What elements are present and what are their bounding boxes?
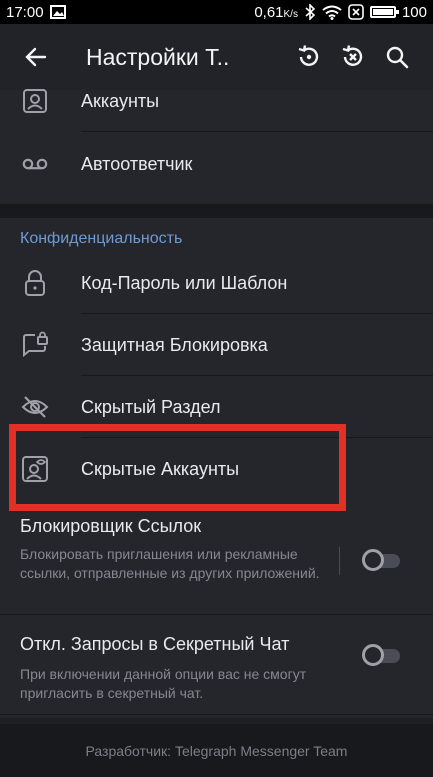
settings-item-protective-lock[interactable]: Защитная Блокировка — [0, 314, 433, 376]
toggle-description: Блокировать приглашения или рекламные сс… — [20, 546, 320, 581]
settings-item-voicemail[interactable]: Автоответчик — [0, 133, 433, 195]
divider — [81, 131, 433, 132]
developer-credit: Разработчик: Telegraph Messenger Team — [85, 742, 348, 759]
settings-item-label: Аккаунты — [81, 90, 160, 111]
eye-off-icon — [20, 392, 50, 422]
settings-item-label: Защитная Блокировка — [81, 334, 268, 355]
toggle-row-secret-chat[interactable]: Откл. Запросы в Секретный Чат При включе… — [0, 615, 433, 715]
network-speed: 0,61K/s — [254, 3, 298, 21]
settings-item-passcode[interactable]: Код-Пароль или Шаблон — [0, 252, 433, 314]
toggle-description: При включении данной опции вас не смогут… — [20, 666, 307, 701]
wifi-icon — [322, 5, 342, 20]
footer: Разработчик: Telegraph Messenger Team — [0, 724, 433, 777]
voicemail-icon — [20, 149, 50, 179]
status-time: 17:00 — [6, 3, 44, 21]
lock-icon — [20, 268, 50, 298]
toggle-title: Откл. Запросы в Секретный Чат — [20, 634, 290, 654]
status-bar: 17:00 0,61K/s 100 — [0, 0, 433, 24]
image-icon — [49, 5, 66, 19]
divider — [0, 714, 433, 715]
toggle-row-link-blocker[interactable]: Блокировщик Ссылок Блокировать приглашен… — [0, 508, 433, 616]
secret-chat-switch[interactable] — [362, 644, 400, 666]
section-gap — [0, 204, 433, 218]
accounts-icon — [20, 86, 50, 116]
link-blocker-switch[interactable] — [362, 549, 400, 571]
toggle-title: Блокировщик Ссылок — [20, 516, 202, 536]
settings-item-label: Автоответчик — [81, 153, 193, 174]
accounts-card: Аккаунты Автоответчик — [0, 89, 433, 204]
settings-item-accounts[interactable]: Аккаунты — [0, 70, 433, 132]
sim-icon — [348, 4, 364, 20]
settings-item-label: Код-Пароль или Шаблон — [81, 272, 288, 293]
settings-item-label: Скрытый Раздел — [81, 396, 221, 417]
battery-level: 100 — [401, 3, 427, 21]
page-title: Настройки Т.. — [86, 43, 230, 70]
highlight-box — [9, 424, 346, 511]
battery-icon — [369, 6, 399, 18]
bluetooth-icon — [304, 4, 316, 20]
divider — [339, 547, 340, 575]
section-header-privacy: Конфиденциальность — [20, 230, 183, 247]
locked-chat-icon — [20, 330, 50, 360]
